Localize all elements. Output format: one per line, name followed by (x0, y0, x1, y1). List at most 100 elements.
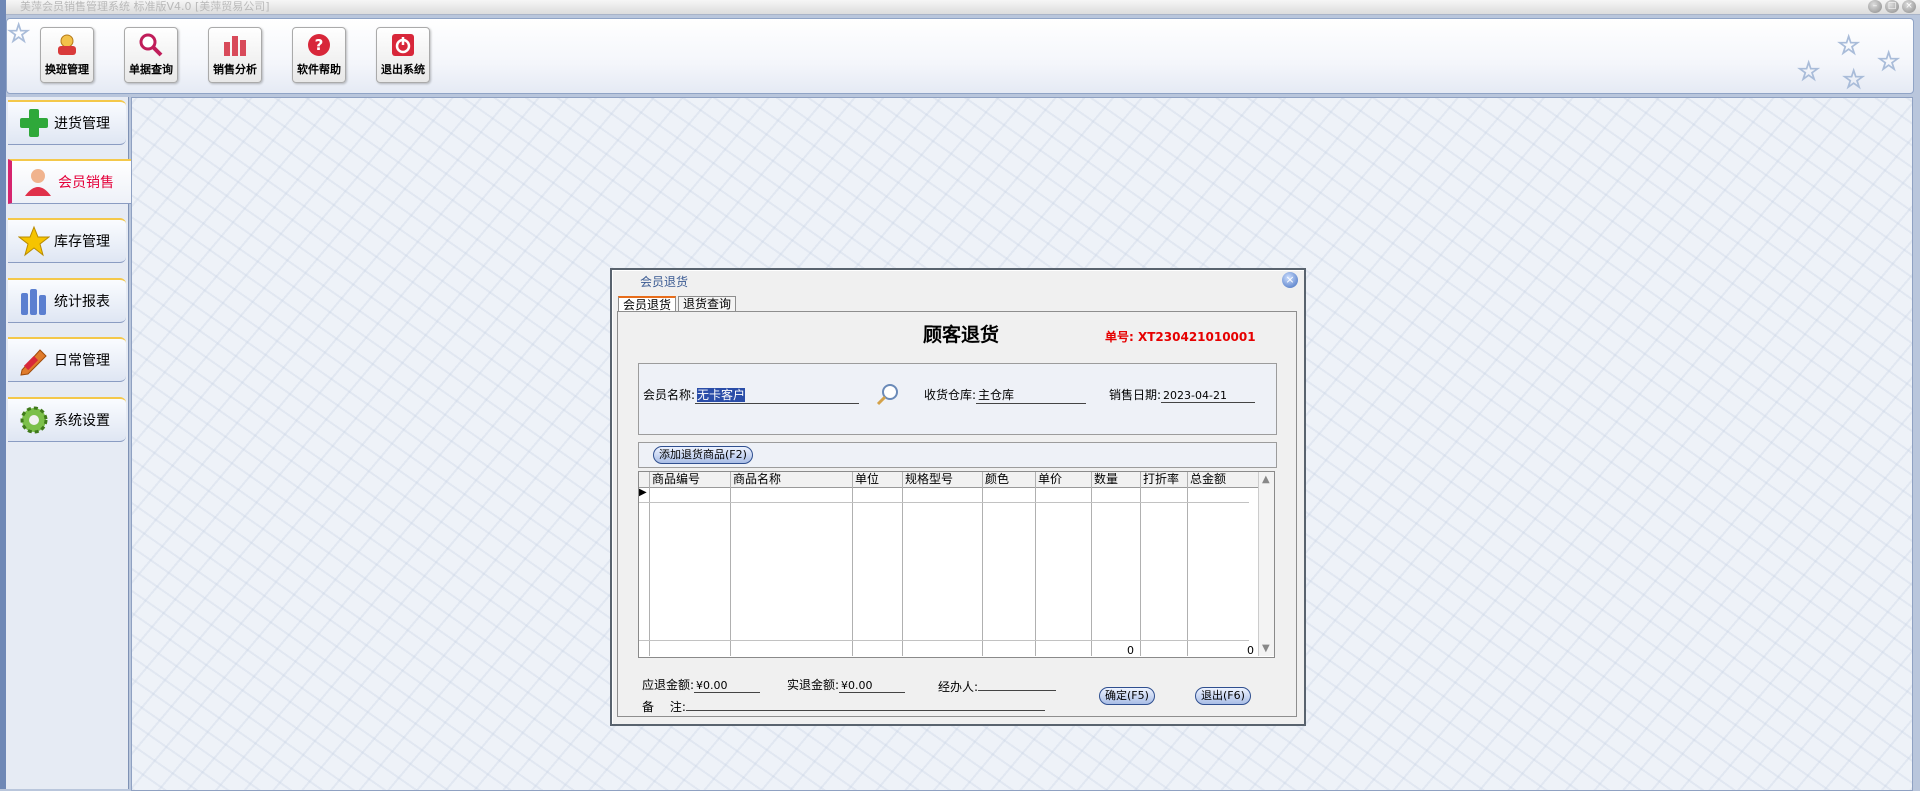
decor-star-icon: ☆ (1796, 57, 1821, 87)
grid-toolbar: 添加退货商品(F2) (638, 442, 1277, 468)
remark-input[interactable] (685, 710, 1045, 711)
add-return-item-button[interactable]: 添加退货商品(F2) (653, 446, 753, 464)
member-input[interactable]: 无卡客户 (695, 386, 860, 404)
grid-scrollbar[interactable]: ▲ ▼ (1258, 472, 1274, 656)
current-row-arrow-icon: ▶ (639, 487, 647, 498)
grid-column: 单价 (1036, 472, 1092, 656)
sidebar-item-label: 日常管理 (54, 353, 110, 369)
search-icon[interactable] (875, 382, 901, 408)
toolbar-shift-button[interactable]: 换班管理 (40, 27, 94, 83)
window-title: 美萍会员销售管理系统 标准版V4.0 [美萍贸易公司] (20, 0, 270, 13)
sidebar-item-label: 系统设置 (54, 413, 110, 429)
minimize-icon[interactable]: – (1868, 0, 1882, 13)
tab-return-query[interactable]: 退货查询 (678, 296, 737, 312)
magnifier-icon (139, 33, 163, 57)
grid-column: 总金额 (1188, 472, 1259, 656)
star-icon (18, 225, 50, 257)
column-header[interactable]: 打折率 (1141, 472, 1187, 487)
maximize-icon[interactable]: □ (1885, 0, 1899, 13)
order-number: 单号: XT230421010001 (1105, 330, 1256, 344)
handler-field: 经办人: (938, 678, 1057, 695)
sidebar-item-label: 进货管理 (54, 116, 110, 132)
sidebar-item-member-sales[interactable]: 会员销售 (8, 159, 138, 204)
refund-actual-field: 实退金额: ¥0.00 (787, 676, 906, 693)
dialog-title: 会员退货 (640, 275, 689, 289)
sidebar-item-label: 统计报表 (54, 294, 110, 310)
sidebar-item-daily[interactable]: 日常管理 (8, 337, 126, 382)
member-return-dialog: 会员退货 × 会员退货 退货查询 顾客退货 单号: XT230421010001… (610, 268, 1306, 726)
warehouse-select[interactable]: 主仓库 (976, 386, 1087, 404)
sidebar-item-reports[interactable]: 统计报表 (8, 278, 126, 323)
power-icon (392, 34, 414, 56)
row-indicator-column: ▶ (639, 472, 650, 656)
remark-field: 备 注: (642, 698, 1045, 715)
toolbar-label: 销售分析 (213, 63, 257, 76)
toolbar-label: 单据查询 (129, 63, 173, 76)
plus-icon (20, 109, 48, 137)
column-header[interactable]: 数量 (1092, 472, 1140, 487)
column-header[interactable]: 单位 (853, 472, 902, 487)
scroll-down-icon[interactable]: ▼ (1262, 643, 1270, 654)
gear-icon (20, 406, 48, 434)
toolbar-label: 退出系统 (381, 63, 425, 76)
grid-column: 商品编号 (650, 472, 731, 656)
member-icon (25, 169, 51, 196)
column-header[interactable]: 商品名称 (731, 472, 852, 487)
sidebar-item-label: 会员销售 (58, 175, 114, 191)
toolbar-analysis-button[interactable]: 销售分析 (208, 27, 262, 83)
decor-star-icon: ☆ (1876, 47, 1901, 77)
sidebar-item-purchase[interactable]: 进货管理 (8, 100, 126, 145)
bar-chart-icon (224, 36, 246, 56)
member-field: 会员名称: 无卡客户 (643, 386, 860, 404)
form-heading: 顾客退货 (923, 324, 1000, 346)
grid-column: 数量 (1092, 472, 1141, 656)
shift-change-icon (58, 34, 76, 55)
pencil-icon (20, 349, 47, 376)
toolbar-label: 换班管理 (45, 63, 89, 76)
toolbar-exit-button[interactable]: 退出系统 (376, 27, 430, 83)
column-header[interactable]: 单价 (1036, 472, 1091, 487)
return-items-grid: ▶ 商品编号 商品名称 单位 规格型号 颜色 单价 数量 打折率 总金额 0 0… (638, 471, 1275, 658)
close-window-icon[interactable]: × (1902, 0, 1916, 13)
column-header[interactable]: 总金额 (1188, 472, 1258, 487)
header-fields: 会员名称: 无卡客户 收货仓库: 主仓库 销售日期: 2023-04-21 (638, 363, 1277, 435)
sidebar-item-settings[interactable]: 系统设置 (8, 397, 126, 442)
scroll-up-icon[interactable]: ▲ (1262, 474, 1270, 485)
grid-column: 颜色 (983, 472, 1036, 656)
column-header[interactable]: 颜色 (983, 472, 1035, 487)
decor-star-icon: ☆ (7, 19, 31, 49)
grid-row-divider (639, 502, 1249, 503)
total-amount: 0 (1247, 644, 1254, 657)
grid-column: 打折率 (1141, 472, 1188, 656)
toolbar-query-button[interactable]: 单据查询 (124, 27, 178, 83)
warehouse-field: 收货仓库: 主仓库 (924, 386, 1087, 404)
refund-due-value: ¥0.00 (694, 679, 761, 693)
sidebar-item-label: 库存管理 (54, 234, 110, 250)
refund-due-field: 应退金额: ¥0.00 (642, 676, 761, 693)
refund-actual-input[interactable]: ¥0.00 (839, 679, 906, 693)
grid-column: 规格型号 (903, 472, 983, 656)
decor-star-icon: ☆ (1841, 65, 1866, 94)
grid-column: 单位 (853, 472, 903, 656)
decor-star-icon: ☆ (1836, 31, 1861, 61)
return-panel: 顾客退货 单号: XT230421010001 会员名称: 无卡客户 收货仓库: 主… (617, 311, 1297, 717)
column-header[interactable]: 商品编号 (650, 472, 730, 487)
report-icon (21, 289, 46, 315)
toolbar-help-button[interactable]: ? 软件帮助 (292, 27, 346, 83)
svg-text:?: ? (315, 36, 324, 54)
main-toolbar: ☆ ☆ ☆ ☆ ☆ 换班管理 单据查询 销售分析 ? 软件帮助 退出系统 (6, 18, 1914, 94)
sidebar: 进货管理 会员销售 库存管理 统计报表 日常管理 系统设置 (6, 97, 138, 789)
date-input[interactable]: 2023-04-21 (1161, 389, 1256, 403)
column-header[interactable]: 规格型号 (903, 472, 982, 487)
exit-button[interactable]: 退出(F6) (1195, 687, 1251, 705)
dialog-close-icon[interactable]: × (1282, 272, 1298, 288)
confirm-button[interactable]: 确定(F5) (1099, 687, 1155, 705)
grid-column: 商品名称 (731, 472, 853, 656)
handler-input[interactable] (978, 690, 1057, 691)
toolbar-label: 软件帮助 (297, 63, 341, 76)
window-title-bar: 美萍会员销售管理系统 标准版V4.0 [美萍贸易公司] – □ × (0, 0, 1920, 15)
date-field: 销售日期: 2023-04-21 (1109, 386, 1256, 403)
totals-row-divider (639, 640, 1249, 641)
total-quantity: 0 (1127, 644, 1134, 657)
sidebar-item-inventory[interactable]: 库存管理 (8, 218, 126, 263)
